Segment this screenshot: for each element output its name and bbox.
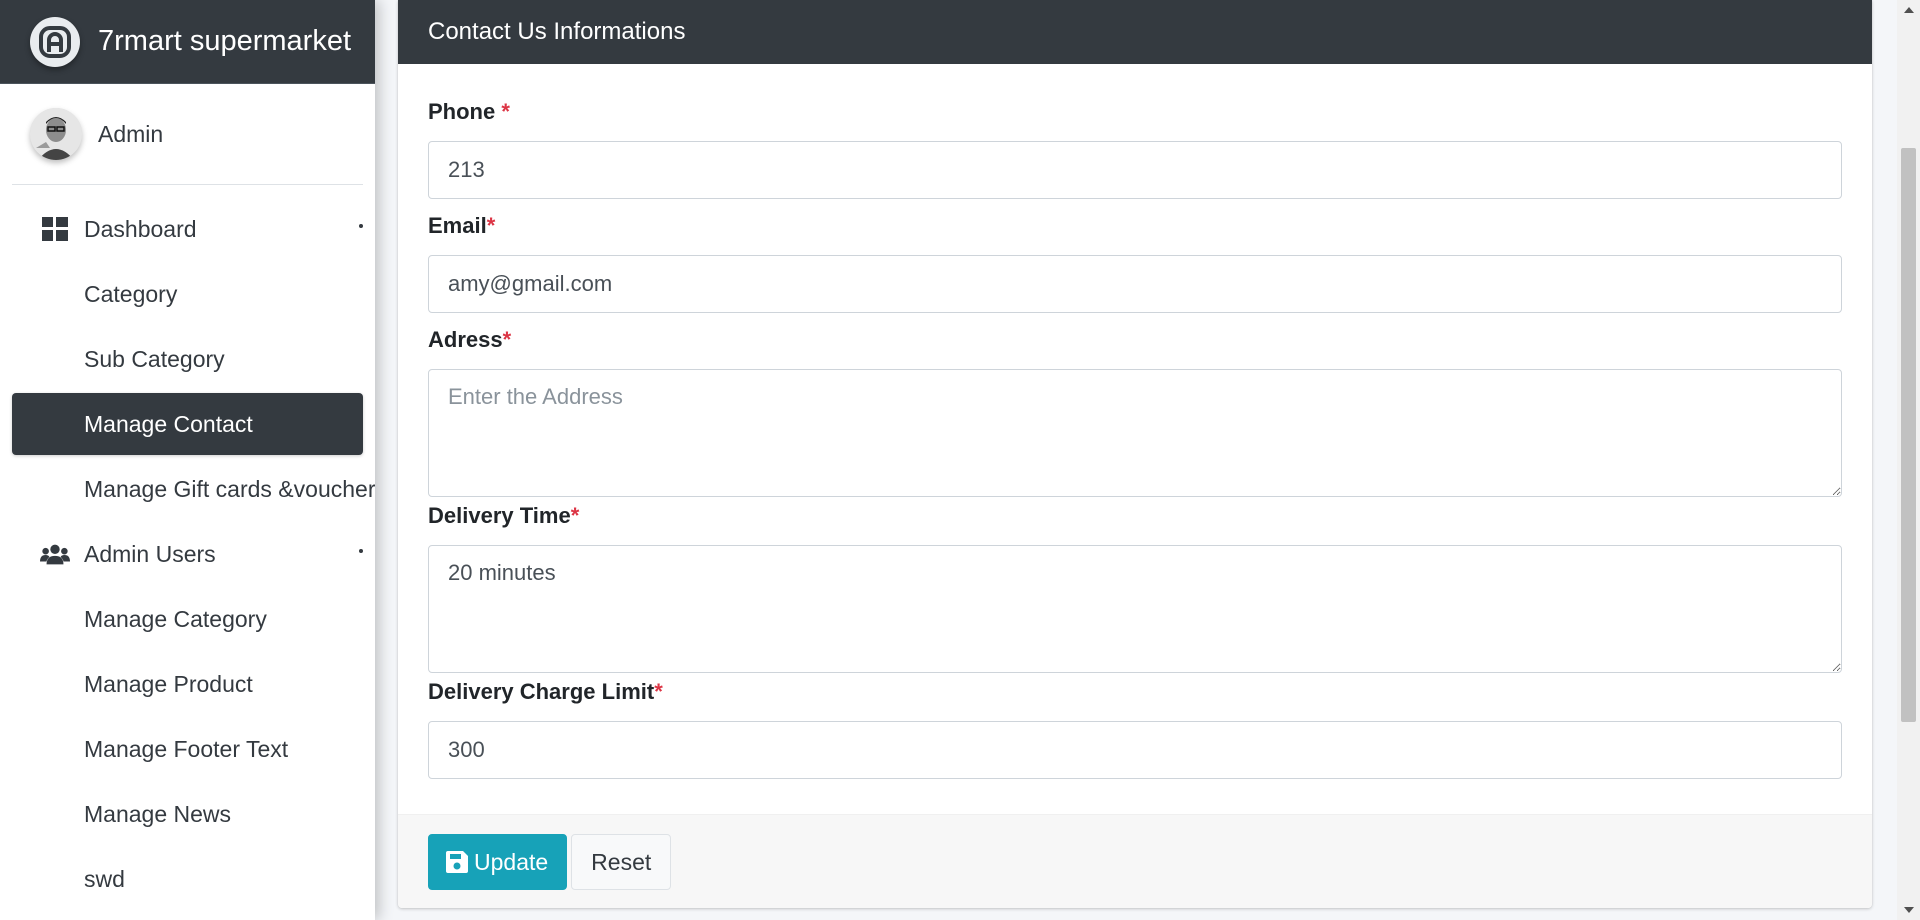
reset-button[interactable]: Reset (571, 834, 672, 890)
phone-label-text: Phone (428, 99, 502, 124)
card-footer: Update Reset (398, 814, 1872, 908)
sidebar-item-label: swd (84, 865, 125, 892)
sidebar-item-label: Manage Gift cards &voucher (84, 475, 375, 502)
email-input[interactable] (428, 255, 1842, 313)
update-button-label: Update (474, 848, 549, 875)
sidebar-item-label: Manage Category (84, 605, 267, 632)
delivery-charge-limit-group: Delivery Charge Limit* (428, 677, 1842, 779)
scrollbar-thumb[interactable] (1901, 148, 1916, 722)
required-mark: * (501, 99, 510, 124)
page-title: Contact Us Informations (428, 18, 686, 45)
sidebar-item-label: Dashboard (84, 215, 197, 242)
scroll-down-arrow-icon[interactable] (1897, 900, 1920, 920)
phone-input[interactable] (428, 141, 1842, 199)
sidebar-item-manage-category[interactable]: Manage Category (12, 588, 363, 650)
sidebar-item-admin-users[interactable]: Admin Users (12, 523, 363, 585)
delivery-time-label: Delivery Time* (428, 501, 1842, 531)
delivery-time-label-text: Delivery Time (428, 503, 571, 528)
brand-link[interactable]: 7rmart supermarket (0, 0, 375, 84)
required-mark: * (654, 679, 663, 704)
email-label: Email* (428, 211, 1842, 241)
sidebar-item-manage-news[interactable]: Manage News (12, 783, 363, 845)
delivery-charge-limit-label: Delivery Charge Limit* (428, 677, 1842, 707)
delivery-time-group: Delivery Time* 20 minutes (428, 501, 1842, 673)
sidebar-item-label: Sub Category (84, 345, 225, 372)
phone-label: Phone * (428, 97, 1842, 127)
phone-group: Phone * (428, 97, 1842, 199)
users-icon (40, 543, 70, 565)
avatar (30, 108, 82, 160)
required-mark: * (486, 213, 496, 238)
dashboard-grid-icon (40, 217, 70, 241)
address-textarea[interactable] (428, 369, 1842, 497)
delivery-charge-limit-label-text: Delivery Charge Limit (428, 679, 655, 704)
sidebar-item-dashboard[interactable]: Dashboard (12, 198, 363, 260)
sidebar-item-label: Admin Users (84, 540, 216, 567)
sidebar-item-swd[interactable]: swd (12, 848, 363, 910)
address-label: Adress* (428, 325, 1842, 355)
delivery-charge-limit-input[interactable] (428, 721, 1842, 779)
chevron-left-icon (359, 549, 363, 553)
card-header: Contact Us Informations (398, 0, 1872, 64)
address-label-text: Adress (428, 327, 503, 352)
sidebar-item-manage-gift-cards[interactable]: Manage Gift cards &voucher (12, 458, 375, 520)
sidebar-nav: Dashboard Category Sub Category Manage C… (0, 198, 375, 910)
save-icon (446, 851, 468, 873)
page-scrollbar[interactable] (1897, 0, 1920, 920)
required-mark: * (570, 503, 580, 528)
adminlte-logo-icon (30, 16, 80, 67)
sidebar-item-manage-footer-text[interactable]: Manage Footer Text (12, 718, 363, 780)
update-button[interactable]: Update (428, 834, 568, 890)
sidebar-item-label: Manage News (84, 800, 232, 827)
sidebar-item-manage-contact[interactable]: Manage Contact (12, 393, 363, 455)
sidebar-item-label: Manage Contact (84, 410, 253, 437)
user-panel[interactable]: Admin (12, 84, 363, 185)
sidebar-item-label: Manage Footer Text (84, 735, 289, 762)
delivery-time-textarea[interactable]: 20 minutes (428, 545, 1842, 673)
contact-card: Contact Us Informations Phone * Email* A… (398, 0, 1872, 908)
required-mark: * (502, 327, 512, 352)
sidebar-item-label: Manage Product (84, 670, 253, 697)
brand-name: 7rmart supermarket (98, 25, 352, 57)
main-sidebar: 7rmart supermarket Admin Dashboard Categ… (0, 0, 375, 920)
scroll-up-arrow-icon[interactable] (1897, 0, 1920, 20)
sidebar-item-label: Category (84, 280, 178, 307)
email-label-text: Email (428, 213, 487, 238)
chevron-left-icon (359, 224, 363, 228)
sidebar-item-category[interactable]: Category (12, 263, 363, 325)
user-name[interactable]: Admin (98, 121, 163, 148)
contact-form: Phone * Email* Adress* Delivery Time* 20… (398, 64, 1872, 779)
address-group: Adress* (428, 325, 1842, 497)
sidebar-item-manage-product[interactable]: Manage Product (12, 653, 363, 715)
email-group: Email* (428, 211, 1842, 313)
sidebar-item-sub-category[interactable]: Sub Category (12, 328, 363, 390)
